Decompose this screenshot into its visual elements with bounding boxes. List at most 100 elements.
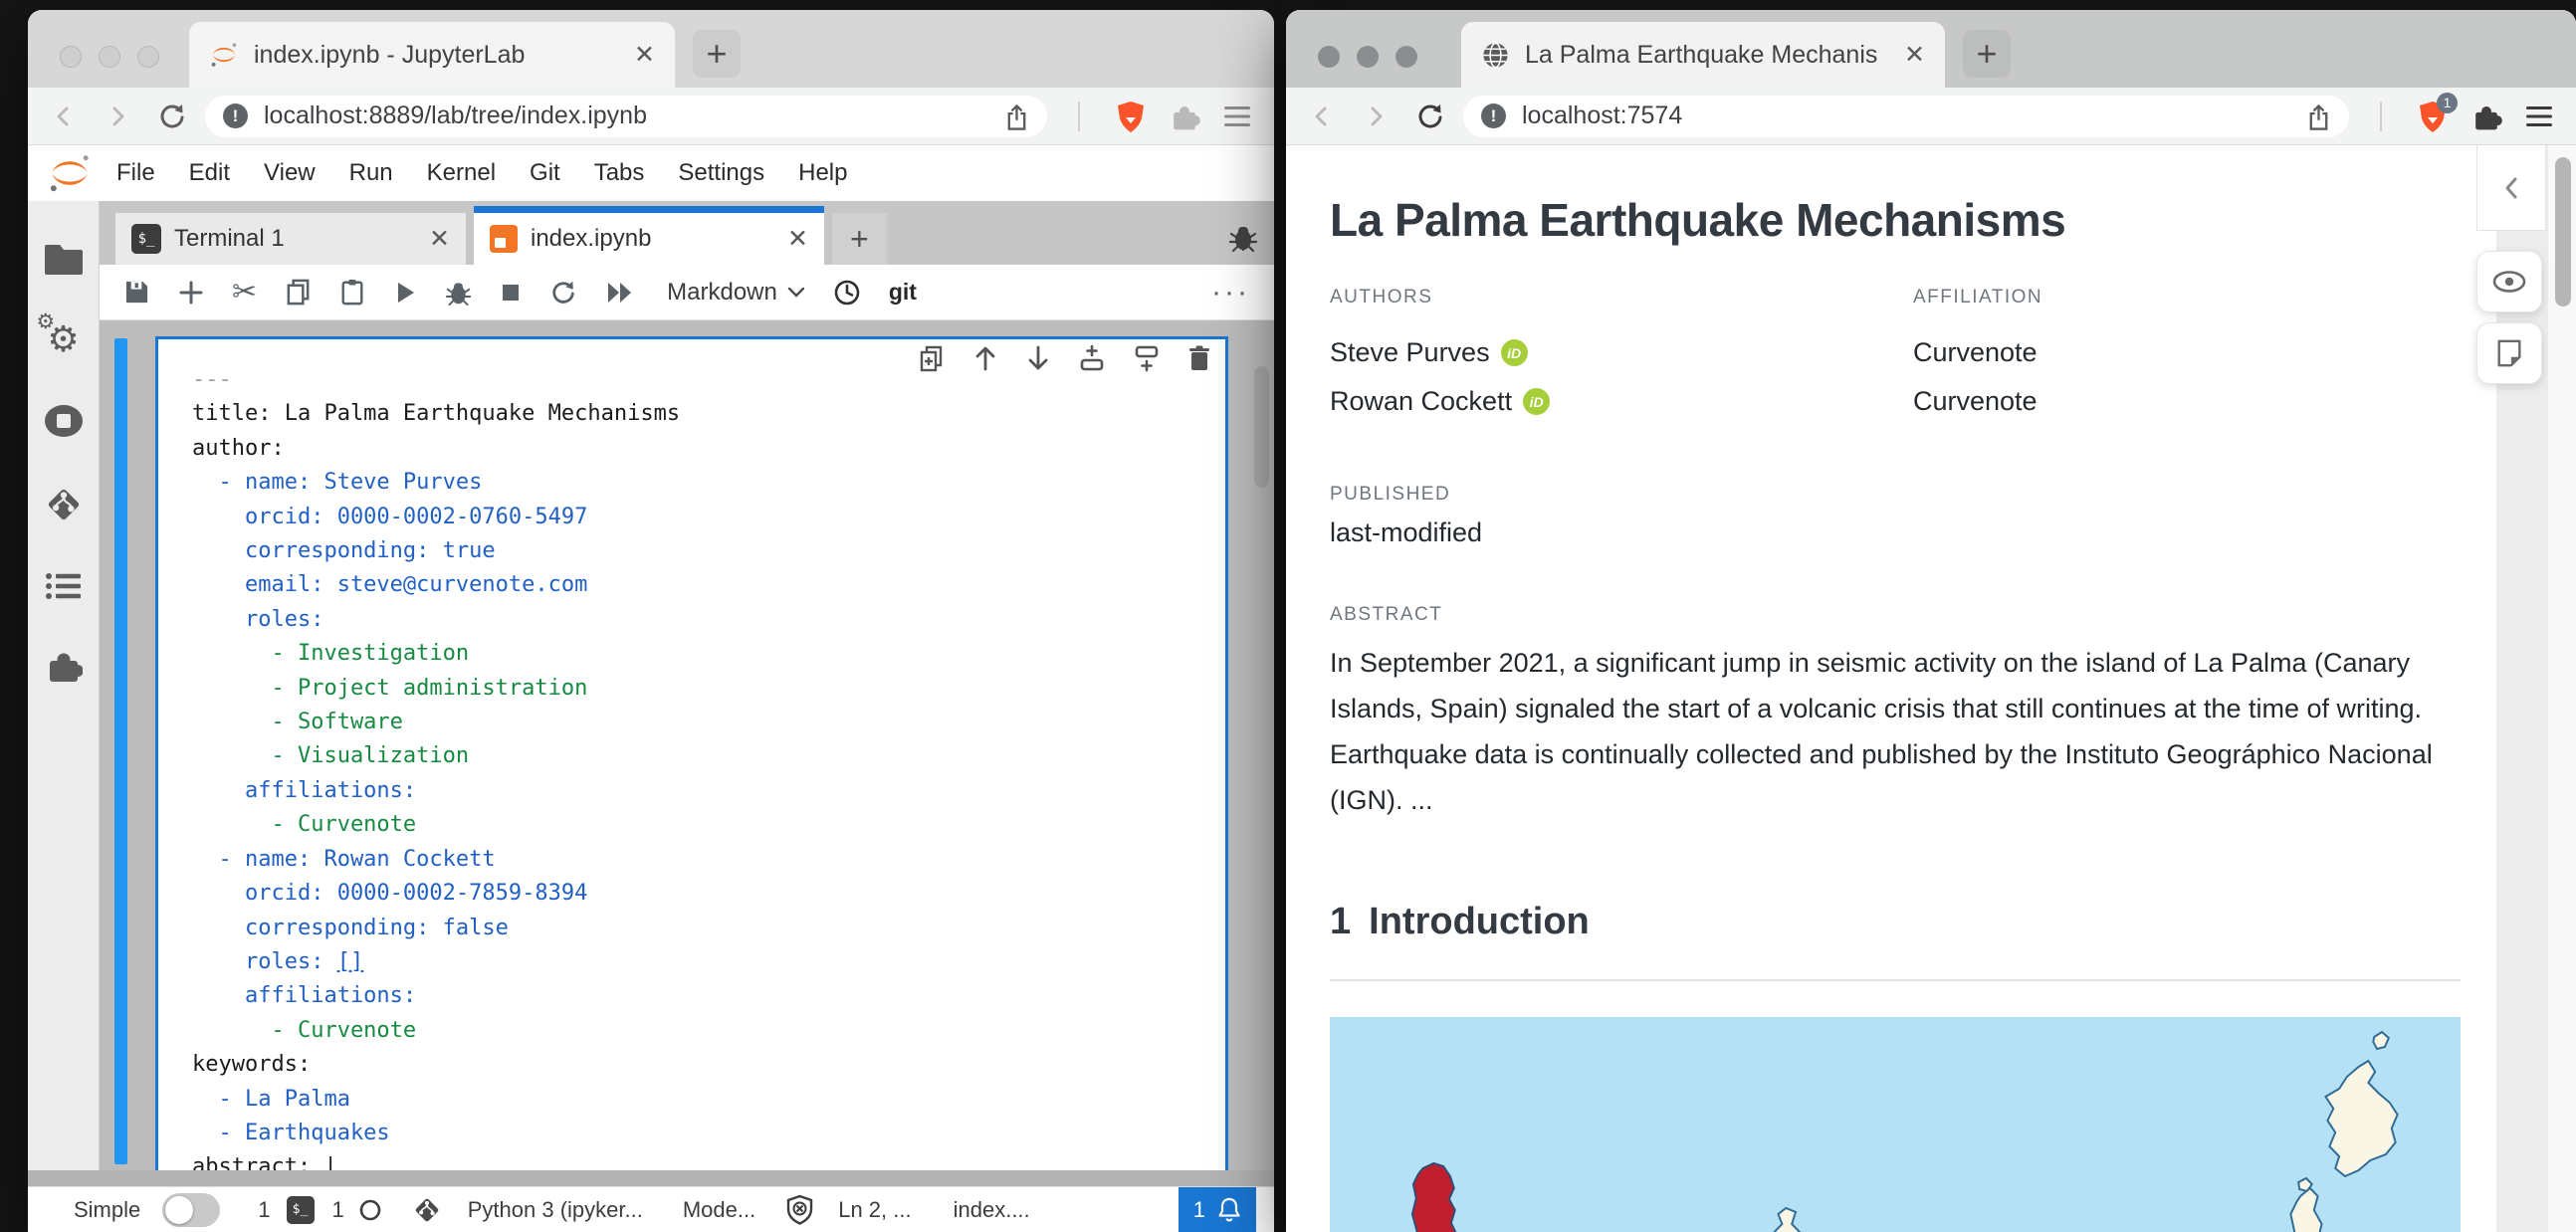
site-info-icon[interactable]: !	[222, 103, 249, 129]
add-cell-icon[interactable]	[178, 280, 204, 306]
kernel-count[interactable]: 1	[332, 1197, 344, 1223]
close-window-button[interactable]	[1318, 46, 1340, 68]
new-tab-button[interactable]: +	[693, 30, 741, 78]
reload-icon[interactable]	[157, 102, 187, 131]
collapse-panel-button[interactable]	[2476, 145, 2546, 231]
delete-cell-trash-icon[interactable]	[1187, 344, 1211, 372]
insert-cell-above-icon[interactable]	[1078, 344, 1106, 372]
notifications-badge[interactable]: 1	[1179, 1187, 1256, 1232]
kernel-circle-icon[interactable]	[358, 1198, 382, 1222]
trust-shield-icon[interactable]	[785, 1194, 814, 1225]
simple-mode-toggle[interactable]	[162, 1193, 220, 1227]
forward-icon[interactable]	[104, 103, 131, 130]
paste-cell-icon[interactable]	[339, 278, 365, 307]
running-sessions-icon[interactable]	[44, 404, 84, 438]
browser-tab[interactable]: La Palma Earthquake Mechanis ✕	[1461, 22, 1945, 88]
page-scrollbar-thumb[interactable]	[2555, 157, 2571, 307]
close-window-button[interactable]	[60, 46, 82, 68]
menu-hamburger-icon[interactable]	[1222, 103, 1252, 129]
extension-manager-puzzle-icon[interactable]	[45, 648, 83, 684]
tab-index-ipynb[interactable]: index.ipynb ✕	[474, 206, 824, 265]
browser-toolbar: ! localhost:7574 1	[1286, 88, 2576, 145]
yaml-line: corresponding: false	[192, 912, 1225, 945]
debug-cell-bug-icon[interactable]	[445, 278, 472, 307]
property-inspector-gears-icon[interactable]: ⚙⚙	[47, 321, 79, 357]
back-icon[interactable]	[50, 103, 78, 130]
cell-collapser-bar[interactable]	[114, 338, 127, 1164]
more-commands-ellipsis[interactable]: ···	[1211, 276, 1250, 309]
reload-icon[interactable]	[1415, 102, 1445, 131]
extensions-puzzle-icon[interactable]	[1169, 102, 1200, 131]
minimize-window-button[interactable]	[99, 46, 120, 68]
command-mode-status[interactable]: Mode...	[683, 1197, 755, 1223]
move-cell-up-icon[interactable]	[972, 344, 998, 372]
zoom-window-button[interactable]	[1395, 46, 1417, 68]
active-file-status[interactable]: index....	[954, 1197, 1030, 1223]
authors-label: AUTHORS	[1330, 287, 1913, 328]
run-cell-icon[interactable]	[393, 280, 417, 306]
cut-cell-icon[interactable]: ✂	[232, 278, 257, 308]
duplicate-cell-icon[interactable]	[918, 344, 946, 374]
menu-run[interactable]: Run	[332, 159, 410, 186]
git-branch-status-icon[interactable]	[412, 1195, 442, 1225]
menu-view[interactable]: View	[247, 159, 332, 186]
stop-kernel-icon[interactable]	[500, 282, 522, 304]
tab-close-icon[interactable]: ✕	[634, 40, 655, 70]
url-bar[interactable]: ! localhost:7574	[1463, 96, 2349, 137]
tab-close-icon[interactable]: ✕	[787, 224, 808, 254]
menu-tabs[interactable]: Tabs	[577, 159, 662, 186]
markdown-cell-editor[interactable]: ---title: La Palma Earthquake Mechanisms…	[155, 336, 1228, 1170]
menu-kernel[interactable]: Kernel	[410, 159, 513, 186]
browser-tab[interactable]: index.ipynb - JupyterLab ✕	[189, 22, 675, 88]
orcid-icon[interactable]: iD	[1501, 339, 1528, 366]
extensions-puzzle-icon[interactable]	[2470, 102, 2502, 131]
restart-kernel-icon[interactable]	[549, 279, 577, 307]
add-tab-button[interactable]: +	[832, 213, 887, 265]
menu-git[interactable]: Git	[513, 159, 577, 186]
annotation-button[interactable]	[2476, 322, 2542, 384]
save-icon[interactable]	[123, 279, 150, 306]
page-scrollbar-track[interactable]	[2548, 145, 2576, 1232]
git-sidebar-icon[interactable]	[44, 485, 84, 524]
menu-settings[interactable]: Settings	[661, 159, 781, 186]
new-tab-button[interactable]: +	[1963, 30, 2011, 78]
copy-cell-icon[interactable]	[285, 278, 312, 307]
brave-shield-icon[interactable]	[1115, 100, 1147, 133]
yaml-frontmatter[interactable]: ---title: La Palma Earthquake Mechanisms…	[158, 339, 1225, 1170]
share-icon[interactable]	[1003, 102, 1030, 131]
terminal-count[interactable]: 1	[258, 1197, 270, 1223]
insert-cell-below-icon[interactable]	[1133, 344, 1161, 372]
yaml-line: - Earthquakes	[192, 1117, 1225, 1150]
restart-run-all-icon[interactable]	[605, 281, 635, 305]
back-icon[interactable]	[1308, 103, 1336, 130]
kernel-name-status[interactable]: Python 3 (ipyker...	[468, 1197, 643, 1223]
forward-icon[interactable]	[1362, 103, 1390, 130]
zoom-window-button[interactable]	[137, 46, 159, 68]
traffic-lights[interactable]	[1318, 46, 1417, 68]
brave-shield-button[interactable]: 1	[2417, 100, 2449, 133]
cursor-position-status[interactable]: Ln 2, ...	[838, 1197, 911, 1223]
history-clock-icon[interactable]	[833, 279, 861, 307]
minimize-window-button[interactable]	[1357, 46, 1379, 68]
traffic-lights[interactable]	[60, 46, 159, 68]
tab-close-icon[interactable]: ✕	[1904, 40, 1925, 70]
move-cell-down-icon[interactable]	[1025, 344, 1051, 372]
menu-hamburger-icon[interactable]	[2524, 103, 2554, 129]
menu-edit[interactable]: Edit	[172, 159, 247, 186]
tab-terminal-1[interactable]: $_ Terminal 1 ✕	[115, 213, 466, 265]
menu-file[interactable]: File	[100, 159, 172, 186]
cell-type-dropdown[interactable]: Markdown	[667, 279, 805, 307]
notebook-scrollbar-thumb[interactable]	[1254, 366, 1269, 488]
share-icon[interactable]	[2305, 102, 2332, 131]
url-bar[interactable]: ! localhost:8889/lab/tree/index.ipynb	[205, 96, 1047, 137]
table-of-contents-icon[interactable]	[45, 571, 83, 601]
site-info-icon[interactable]: !	[1480, 103, 1507, 129]
terminal-status-icon[interactable]: $_	[287, 1196, 315, 1224]
orcid-icon[interactable]: iD	[1523, 388, 1550, 415]
debugger-bug-icon[interactable]	[1228, 221, 1258, 253]
tab-close-icon[interactable]: ✕	[429, 224, 450, 254]
menu-help[interactable]: Help	[781, 159, 864, 186]
git-toolbar-button[interactable]: git	[889, 279, 917, 306]
file-browser-icon[interactable]	[44, 243, 84, 275]
visibility-button[interactable]	[2476, 251, 2542, 312]
